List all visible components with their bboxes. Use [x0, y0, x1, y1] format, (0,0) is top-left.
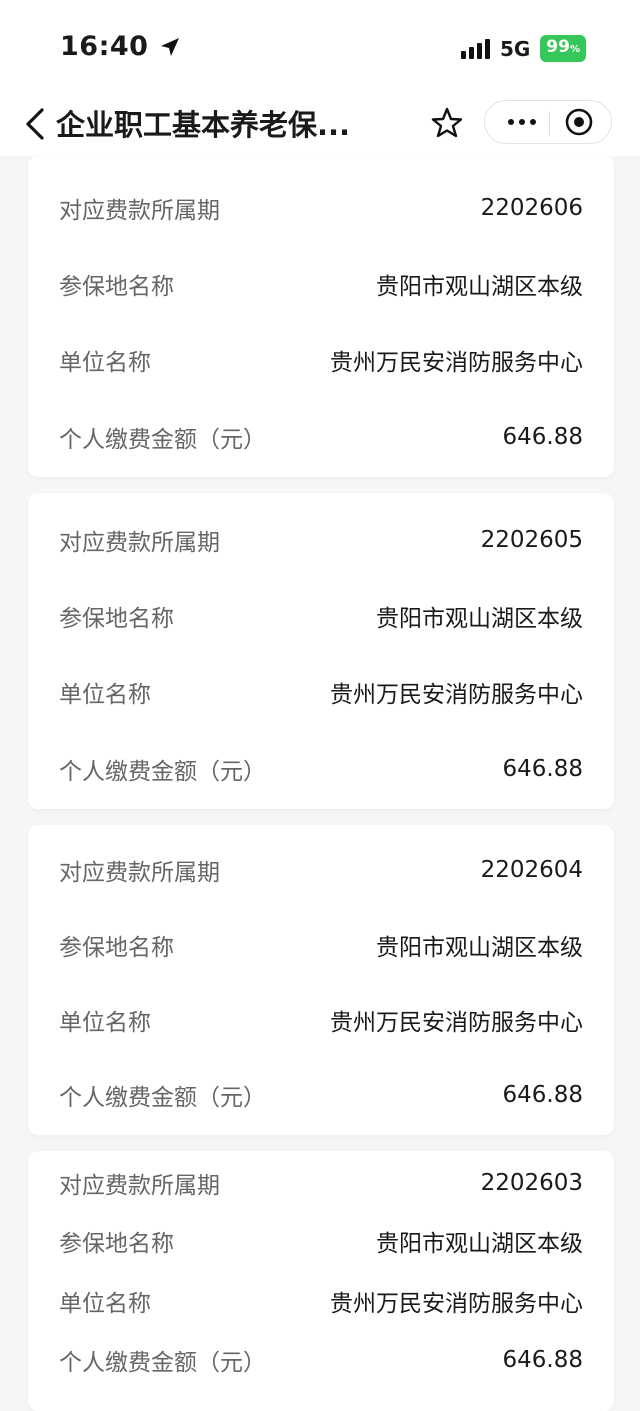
capsule-divider	[549, 111, 550, 135]
region-row: 参保地名称 贵阳市观山湖区本级	[59, 599, 583, 633]
unit-row: 单位名称 贵州万民安消防服务中心	[59, 343, 583, 377]
period-value: 2202604	[480, 857, 583, 883]
region-value: 贵阳市观山湖区本级	[376, 274, 583, 300]
amount-value: 646.88	[502, 424, 583, 450]
amount-row: 个人缴费金额（元） 646.88	[59, 420, 583, 454]
period-label: 对应费款所属期	[59, 1173, 220, 1199]
period-row: 对应费款所属期 2202603	[59, 1166, 583, 1200]
payment-record-card: 对应费款所属期 2202606 参保地名称 贵阳市观山湖区本级 单位名称 贵州万…	[28, 156, 614, 477]
nav-bar: 企业职工基本养老保...	[0, 96, 640, 156]
battery-unit: %	[569, 44, 580, 55]
period-value: 2202603	[480, 1170, 583, 1196]
battery-level: 99	[546, 37, 570, 57]
region-label: 参保地名称	[59, 1231, 174, 1257]
location-arrow-icon	[161, 37, 180, 56]
region-row: 参保地名称 贵阳市观山湖区本级	[59, 1224, 583, 1258]
period-row: 对应费款所属期 2202605	[59, 523, 583, 557]
unit-row: 单位名称 贵州万民安消防服务中心	[59, 675, 583, 709]
unit-label: 单位名称	[59, 1010, 151, 1036]
status-bar: 16:40 5G 99%	[0, 0, 640, 96]
amount-value: 646.88	[502, 1082, 583, 1108]
amount-row: 个人缴费金额（元） 646.88	[59, 1078, 583, 1112]
unit-label: 单位名称	[59, 682, 151, 708]
region-value: 贵阳市观山湖区本级	[376, 1231, 583, 1257]
page-title: 企业职工基本养老保...	[56, 108, 351, 142]
region-label: 参保地名称	[59, 935, 174, 961]
battery-icon: 99%	[540, 35, 586, 62]
unit-value: 贵州万民安消防服务中心	[330, 1291, 583, 1317]
payment-record-card: 对应费款所属期 2202603 参保地名称 贵阳市观山湖区本级 单位名称 贵州万…	[28, 1151, 614, 1411]
network-type: 5G	[499, 36, 531, 61]
period-row: 对应费款所属期 2202604	[59, 853, 583, 887]
unit-row: 单位名称 贵州万民安消防服务中心	[59, 1003, 583, 1037]
amount-row: 个人缴费金额（元） 646.88	[59, 752, 583, 786]
more-icon[interactable]	[499, 101, 545, 143]
period-label: 对应费款所属期	[59, 530, 220, 556]
amount-value: 646.88	[502, 756, 583, 782]
clock-text: 16:40	[60, 31, 149, 62]
unit-value: 贵州万民安消防服务中心	[330, 1010, 583, 1036]
period-row: 对应费款所属期 2202606	[59, 191, 583, 225]
amount-row: 个人缴费金额（元） 646.88	[59, 1343, 583, 1377]
payment-record-card: 对应费款所属期 2202604 参保地名称 贵阳市观山湖区本级 单位名称 贵州万…	[28, 825, 614, 1135]
period-value: 2202605	[480, 527, 583, 553]
region-row: 参保地名称 贵阳市观山湖区本级	[59, 267, 583, 301]
mini-program-capsule	[484, 100, 612, 144]
clock: 16:40	[60, 31, 182, 62]
region-value: 贵阳市观山湖区本级	[376, 935, 583, 961]
unit-label: 单位名称	[59, 1291, 151, 1317]
region-value: 贵阳市观山湖区本级	[376, 606, 583, 632]
signal-icon	[460, 38, 490, 59]
period-label: 对应费款所属期	[59, 198, 220, 224]
region-label: 参保地名称	[59, 274, 174, 300]
region-row: 参保地名称 贵阳市观山湖区本级	[59, 928, 583, 962]
record-icon[interactable]	[563, 106, 595, 138]
region-label: 参保地名称	[59, 606, 174, 632]
unit-value: 贵州万民安消防服务中心	[330, 350, 583, 376]
amount-label: 个人缴费金额（元）	[59, 427, 266, 453]
unit-row: 单位名称 贵州万民安消防服务中心	[59, 1284, 583, 1318]
star-icon[interactable]	[430, 106, 464, 140]
payment-record-card: 对应费款所属期 2202605 参保地名称 贵阳市观山湖区本级 单位名称 贵州万…	[28, 493, 614, 809]
period-value: 2202606	[480, 195, 583, 221]
amount-label: 个人缴费金额（元）	[59, 1350, 266, 1376]
amount-value: 646.88	[502, 1347, 583, 1373]
amount-label: 个人缴费金额（元）	[59, 1085, 266, 1111]
amount-label: 个人缴费金额（元）	[59, 759, 266, 785]
back-icon[interactable]	[22, 106, 48, 142]
unit-label: 单位名称	[59, 350, 151, 376]
period-label: 对应费款所属期	[59, 860, 220, 886]
unit-value: 贵州万民安消防服务中心	[330, 682, 583, 708]
system-indicators: 5G 99%	[460, 35, 586, 62]
